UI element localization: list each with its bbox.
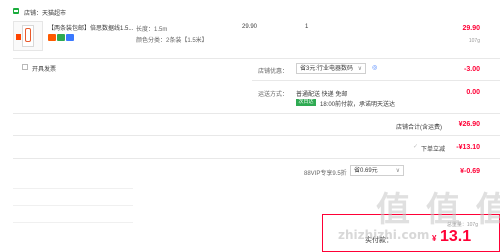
discount-label: 店铺优惠： bbox=[258, 69, 289, 75]
invoice-checkbox[interactable] bbox=[22, 64, 28, 70]
divider bbox=[13, 158, 500, 159]
currency-symbol: ¥ bbox=[432, 234, 437, 243]
shipping-note: 18:00前付款，承诺明天送达 bbox=[320, 102, 396, 108]
watermark-site: zhizhizhi.com bbox=[338, 228, 430, 242]
unit-price: 29.90 bbox=[242, 24, 258, 30]
discount-amount: -3.00 bbox=[464, 66, 480, 73]
store-header: 店铺：天猫超市 bbox=[24, 8, 66, 17]
coupon-info-icon[interactable]: ◎ bbox=[372, 64, 377, 71]
watermark-logo: 值 值 值 bbox=[376, 190, 500, 230]
divider bbox=[13, 58, 500, 59]
shipping-method: 普通配送 快递 免邮 bbox=[296, 92, 348, 98]
product-title-link[interactable]: 【两条装包邮】倍思数据线1.5... bbox=[48, 23, 133, 32]
divider bbox=[13, 135, 500, 136]
discount-select[interactable]: 省3元:行业电器数码 ∨ bbox=[296, 63, 366, 74]
next-day-badge: 次日达 bbox=[296, 99, 316, 106]
product-weight: 107g bbox=[468, 38, 480, 44]
shipping-amount: 0.00 bbox=[466, 89, 480, 96]
discount-select-value: 省3元:行业电器数码 bbox=[300, 66, 354, 72]
product-spec-color: 颜色分类：2条装【1.5米】 bbox=[136, 38, 208, 44]
divider bbox=[13, 188, 133, 189]
store-label: 店铺： bbox=[24, 11, 43, 17]
service-badge-icon bbox=[48, 34, 56, 41]
vip-label: 88VIP专享9.5折 bbox=[304, 171, 347, 177]
divider bbox=[13, 205, 133, 206]
quantity-value: 1 bbox=[305, 24, 309, 30]
delivery-badge-icon bbox=[57, 34, 65, 41]
store-icon bbox=[13, 8, 19, 14]
divider bbox=[252, 80, 500, 81]
vip-select-value: 省0.69元 bbox=[354, 168, 378, 174]
chevron-down-icon: ∨ bbox=[357, 66, 362, 72]
divider bbox=[13, 113, 500, 114]
shipping-label: 运送方式： bbox=[258, 92, 289, 98]
store-total-amount: ¥26.90 bbox=[458, 121, 480, 128]
product-subtotal: 29.90 bbox=[462, 25, 480, 32]
chevron-down-icon: ∨ bbox=[395, 168, 400, 174]
guarantee-badge-icon bbox=[66, 34, 74, 41]
vip-select[interactable]: 省0.69元 ∨ bbox=[350, 165, 404, 176]
store-name-link[interactable]: 天猫超市 bbox=[42, 11, 66, 17]
product-thumbnail[interactable] bbox=[13, 21, 43, 51]
store-total-label: 店铺合计(含运费) bbox=[396, 125, 442, 131]
vip-amount: ¥-0.69 bbox=[460, 168, 480, 175]
product-spec-length: 长度：1.5m bbox=[136, 27, 168, 33]
invoice-label: 开具发票 bbox=[32, 67, 57, 73]
instant-discount-amount: -¥13.10 bbox=[456, 144, 480, 151]
divider bbox=[13, 222, 133, 223]
check-icon: ✓ bbox=[413, 144, 419, 150]
instant-discount-label: 下单立减 bbox=[421, 147, 446, 153]
